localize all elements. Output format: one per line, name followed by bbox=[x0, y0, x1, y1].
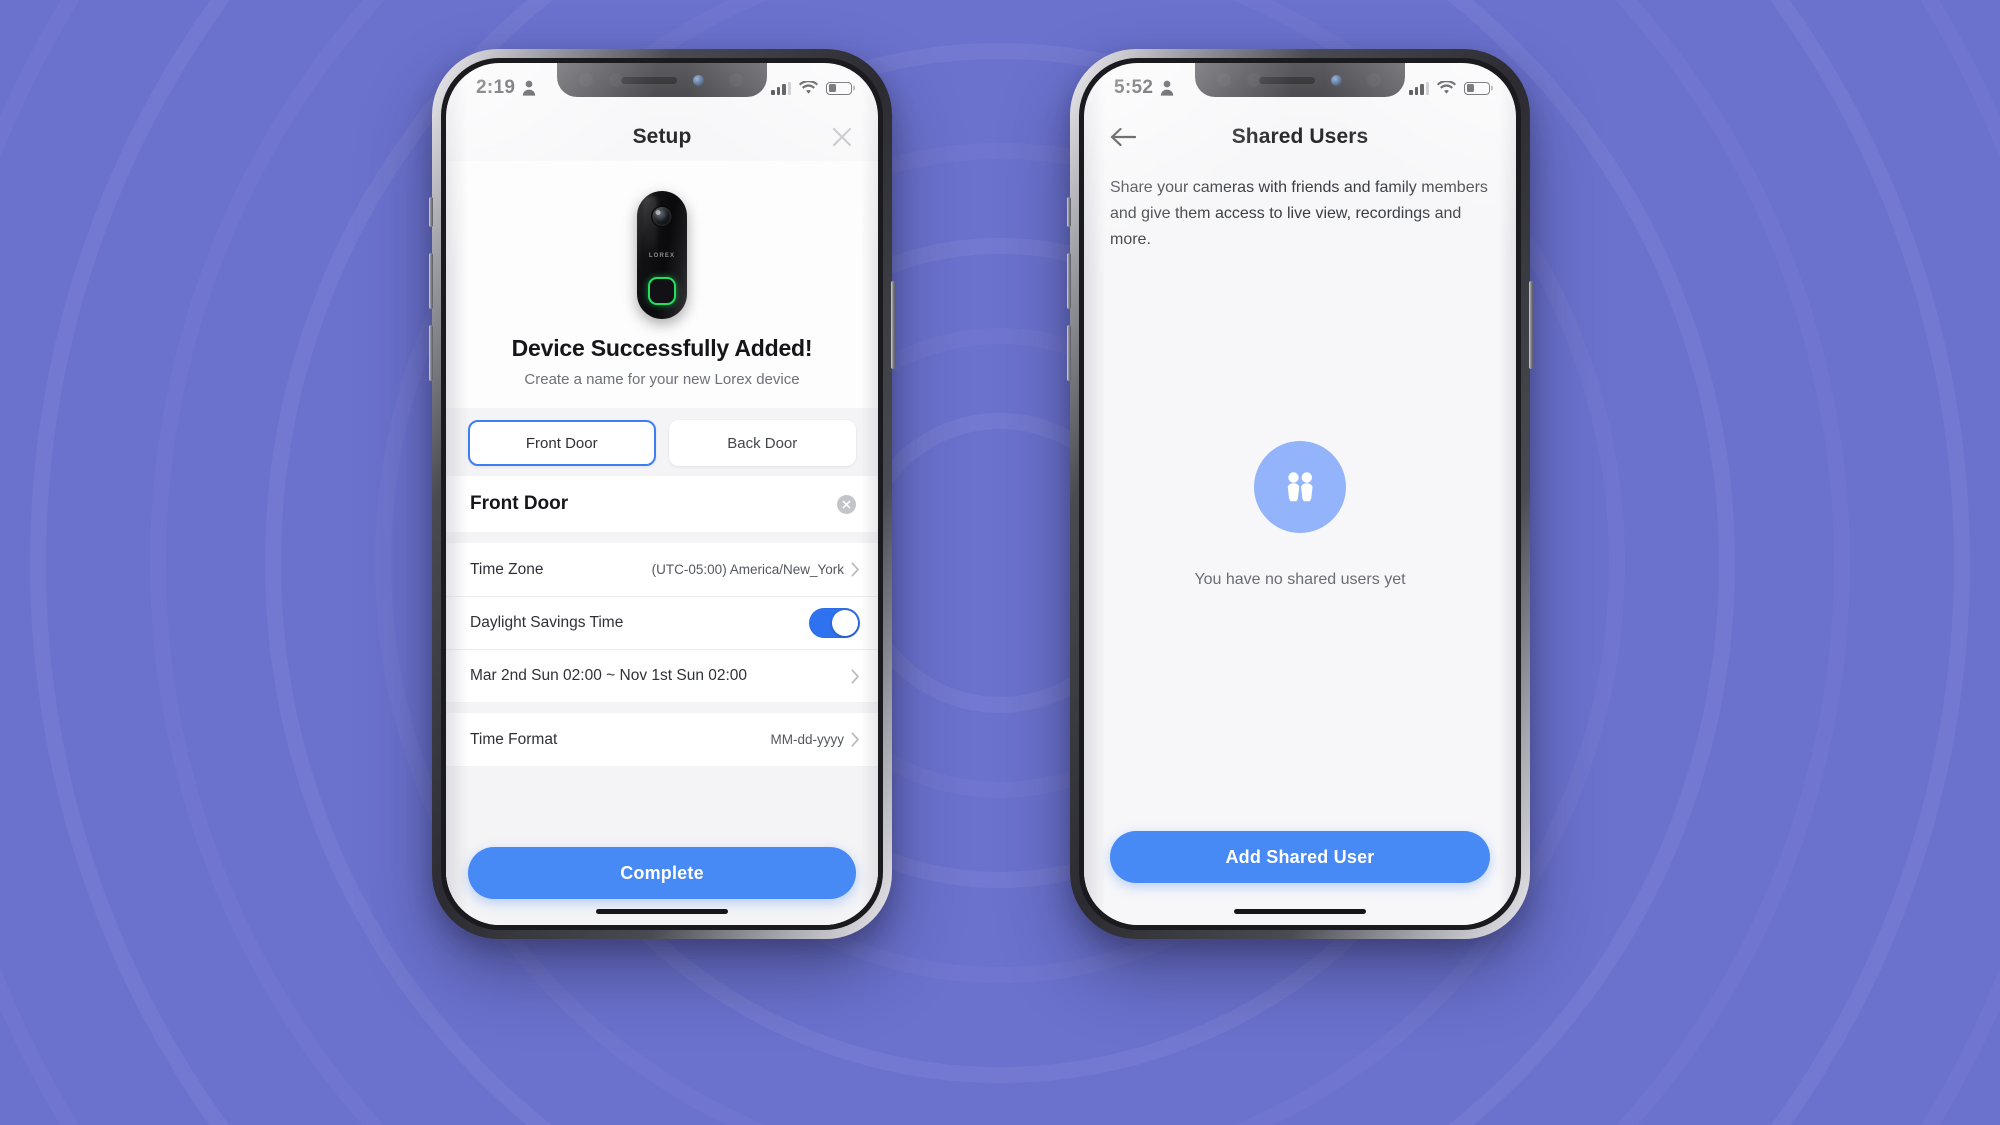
device-name-row[interactable]: Front Door bbox=[446, 476, 878, 532]
home-indicator[interactable] bbox=[1234, 909, 1366, 914]
name-suggestion-chips: Front Door Back Door bbox=[446, 408, 878, 476]
battery-icon bbox=[826, 81, 852, 95]
shared-users-screen: 5:52 Shared Users Share your cameras wit… bbox=[1084, 63, 1516, 925]
device-illustration: LOREX bbox=[446, 161, 878, 333]
shared-navbar: Shared Users bbox=[1084, 113, 1516, 161]
phone-setup: 2:19 Setup LOREX Device Successfully Add… bbox=[429, 49, 895, 939]
status-bar-time: 5:52 bbox=[1114, 77, 1154, 98]
background-rings bbox=[0, 0, 2000, 1125]
shared-users-description: Share your cameras with friends and fami… bbox=[1110, 179, 1488, 248]
phone-bezel: 5:52 Shared Users Share your cameras wit… bbox=[1079, 58, 1521, 930]
empty-state: You have no shared users yet bbox=[1084, 253, 1516, 831]
empty-state-message: You have no shared users yet bbox=[1194, 570, 1406, 588]
arrow-left-icon[interactable] bbox=[1110, 126, 1136, 148]
chevron-right-icon bbox=[851, 562, 859, 577]
row-dst-range[interactable]: Mar 2nd Sun 02:00 ~ Nov 1st Sun 02:00 bbox=[446, 649, 878, 702]
shared-users-body: Share your cameras with friends and fami… bbox=[1084, 161, 1516, 925]
two-people-icon bbox=[1254, 440, 1346, 533]
volume-down-button[interactable] bbox=[1067, 325, 1071, 381]
cellular-signal-icon bbox=[771, 81, 791, 95]
row-daylight-savings-label: Daylight Savings Time bbox=[470, 614, 624, 631]
device-name-card: Front Door bbox=[446, 476, 878, 532]
wifi-icon bbox=[799, 81, 818, 94]
mute-switch[interactable] bbox=[1067, 197, 1071, 227]
page-title: Setup bbox=[632, 125, 692, 148]
status-bar-left: 2:19 bbox=[476, 77, 536, 99]
person-icon bbox=[1161, 80, 1174, 96]
row-time-format[interactable]: Time Format MM-dd-yyyy bbox=[446, 713, 878, 766]
phone-shared-users: 5:52 Shared Users Share your cameras wit… bbox=[1067, 49, 1533, 939]
row-time-format-value: MM-dd-yyyy bbox=[770, 732, 845, 747]
chevron-right-icon bbox=[851, 668, 859, 684]
setup-navbar: Setup bbox=[446, 113, 878, 161]
hero-section: Device Successfully Added! Create a name… bbox=[446, 333, 878, 408]
setup-body: LOREX Device Successfully Added! Create … bbox=[446, 161, 878, 925]
row-time-zone-label: Time Zone bbox=[470, 560, 544, 578]
time-settings-card: Time Zone (UTC-05:00) America/New_York D… bbox=[446, 543, 878, 766]
hero-title: Device Successfully Added! bbox=[511, 335, 813, 361]
volume-down-button[interactable] bbox=[429, 325, 433, 381]
clear-circle-icon[interactable] bbox=[837, 494, 856, 514]
status-bar-right bbox=[771, 81, 852, 95]
row-time-zone[interactable]: Time Zone (UTC-05:00) America/New_York bbox=[446, 543, 878, 596]
person-icon bbox=[523, 80, 536, 96]
status-bar: 2:19 bbox=[446, 63, 878, 113]
doorbell-button-icon bbox=[648, 277, 676, 305]
volume-up-button[interactable] bbox=[429, 253, 433, 309]
row-time-zone-value: (UTC-05:00) America/New_York bbox=[651, 562, 844, 577]
close-icon[interactable] bbox=[830, 125, 854, 149]
wifi-icon bbox=[1437, 81, 1456, 94]
battery-icon bbox=[1464, 81, 1490, 95]
hero-subtitle: Create a name for your new Lorex device bbox=[524, 371, 800, 388]
toggle-knob bbox=[832, 610, 858, 636]
status-bar-right bbox=[1409, 81, 1490, 95]
chip-front-door[interactable]: Front Door bbox=[468, 420, 656, 466]
volume-up-button[interactable] bbox=[1067, 253, 1071, 309]
complete-button[interactable]: Complete bbox=[468, 847, 856, 899]
add-shared-user-button[interactable]: Add Shared User bbox=[1110, 831, 1490, 883]
power-button[interactable] bbox=[891, 281, 895, 369]
section-divider bbox=[446, 532, 878, 543]
setup-screen: 2:19 Setup LOREX Device Successfully Add… bbox=[446, 63, 878, 925]
page-title: Shared Users bbox=[1231, 125, 1369, 148]
home-indicator[interactable] bbox=[596, 909, 728, 914]
doorbell-brand-label: LOREX bbox=[648, 253, 676, 259]
row-daylight-savings[interactable]: Daylight Savings Time bbox=[446, 596, 878, 649]
doorbell-camera-lens-icon bbox=[652, 207, 672, 226]
cellular-signal-icon bbox=[1409, 81, 1429, 95]
row-time-format-label: Time Format bbox=[470, 730, 558, 748]
mute-switch[interactable] bbox=[429, 197, 433, 227]
row-dst-range-label: Mar 2nd Sun 02:00 ~ Nov 1st Sun 02:00 bbox=[470, 667, 748, 684]
lorex-doorbell-image: LOREX bbox=[637, 191, 687, 319]
phone-bezel: 2:19 Setup LOREX Device Successfully Add… bbox=[441, 58, 883, 930]
power-button[interactable] bbox=[1529, 281, 1533, 369]
status-bar: 5:52 bbox=[1084, 63, 1516, 113]
status-bar-time: 2:19 bbox=[476, 77, 516, 98]
device-name-input[interactable]: Front Door bbox=[470, 493, 568, 515]
body-filler bbox=[446, 766, 878, 833]
chip-back-door[interactable]: Back Door bbox=[668, 420, 856, 466]
daylight-savings-toggle[interactable] bbox=[809, 608, 860, 638]
chevron-right-icon bbox=[851, 732, 859, 747]
poster-canvas: 2:19 Setup LOREX Device Successfully Add… bbox=[0, 0, 2000, 1125]
section-divider bbox=[446, 702, 878, 713]
status-bar-left: 5:52 bbox=[1114, 77, 1174, 99]
